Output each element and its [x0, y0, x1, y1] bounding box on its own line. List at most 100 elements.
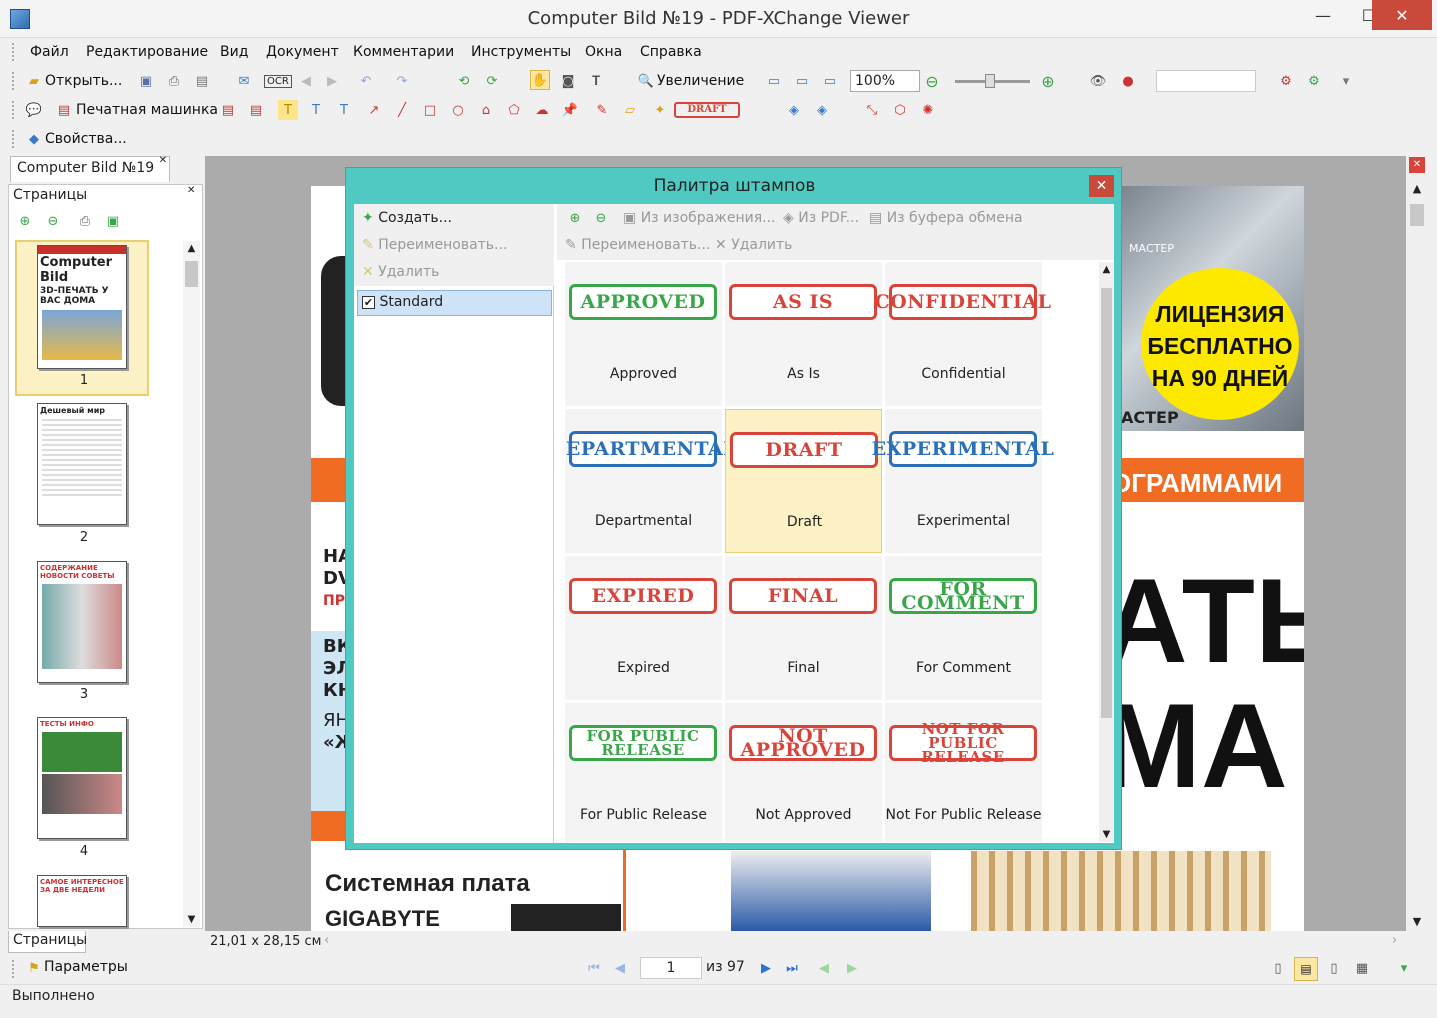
- callout-icon[interactable]: ▤: [246, 100, 266, 120]
- menu-file[interactable]: Файл: [30, 44, 69, 60]
- ocr-button[interactable]: OCR: [264, 75, 292, 88]
- spellcheck-icon[interactable]: ●: [1118, 71, 1138, 91]
- eraser-icon[interactable]: ▱: [620, 100, 640, 120]
- stamp-cell[interactable]: FOR PUBLIC RELEASE For Public Release: [565, 703, 722, 842]
- scroll-down-icon[interactable]: ▼: [183, 914, 200, 925]
- menu-document[interactable]: Документ: [266, 44, 339, 60]
- search-next-icon[interactable]: ⚙: [1304, 71, 1324, 91]
- continuous-facing-icon[interactable]: ▦: [1354, 960, 1370, 976]
- collection-checkbox[interactable]: ✔: [362, 295, 375, 309]
- scroll-up-icon[interactable]: ▲: [1408, 182, 1426, 195]
- document-tab[interactable]: Computer Bild №19 ✕: [10, 155, 170, 182]
- pages-scrollbar[interactable]: ▲ ▼: [183, 241, 200, 927]
- email-icon[interactable]: ✉: [234, 71, 254, 91]
- document-scrollbar[interactable]: ▲ ▼: [1408, 180, 1426, 930]
- thumb-zoom-in-icon[interactable]: ⊕: [15, 211, 35, 231]
- menu-windows[interactable]: Окна: [585, 44, 622, 60]
- polygon-icon[interactable]: ⬠: [504, 100, 524, 120]
- menu-comments[interactable]: Комментарии: [353, 44, 454, 60]
- close-button[interactable]: ✕: [1372, 0, 1432, 30]
- thumbnail-page-2[interactable]: Дешевый мир: [37, 403, 127, 525]
- document-scroll-thumb[interactable]: [1410, 204, 1424, 226]
- stamp-cell[interactable]: NOT FOR PUBLIC RELEASE Not For Public Rel…: [885, 703, 1042, 842]
- stamps-scrollbar[interactable]: ▲ ▼: [1099, 262, 1114, 842]
- stamps-zoom-in-icon[interactable]: ⊕: [565, 208, 585, 228]
- stamp-tool-icon[interactable]: ✦: [650, 100, 670, 120]
- stamp-cell[interactable]: EXPIRED Expired: [565, 556, 722, 700]
- zoom-out-icon[interactable]: ⊖: [922, 71, 942, 91]
- area-icon[interactable]: ✺: [918, 100, 938, 120]
- search-input[interactable]: [1156, 70, 1256, 92]
- line-icon[interactable]: ╱: [392, 100, 412, 120]
- thumbnail-page-5[interactable]: САМОЕ ИНТЕРЕСНОЕ ЗА ДВЕ НЕДЕЛИ: [37, 875, 127, 927]
- arrow-icon[interactable]: ↗: [364, 100, 384, 120]
- dialog-close-button[interactable]: ✕: [1089, 175, 1114, 197]
- open-button[interactable]: Открыть...: [45, 73, 122, 89]
- oval-icon[interactable]: ○: [448, 100, 468, 120]
- find-icon[interactable]: 👁: [1088, 71, 1108, 91]
- zoom-tool-button[interactable]: Увеличение: [657, 73, 744, 89]
- close-panel-icon[interactable]: ✕: [187, 185, 195, 196]
- attach-file-icon[interactable]: ◈: [784, 100, 804, 120]
- textbox-icon[interactable]: ▤: [218, 100, 238, 120]
- zoom-slider-handle[interactable]: [985, 74, 995, 88]
- forward-icon[interactable]: ▶: [322, 71, 342, 91]
- properties-button[interactable]: Свойства...: [45, 131, 127, 147]
- menu-view[interactable]: Вид: [220, 44, 248, 60]
- rectangle-icon[interactable]: □: [420, 100, 440, 120]
- stamp-cell[interactable]: CONFIDENTIAL Confidential: [875, 262, 1051, 406]
- facing-pages-icon[interactable]: ▯: [1326, 960, 1342, 976]
- scroll-down-icon[interactable]: ▼: [1408, 915, 1426, 928]
- first-page-icon[interactable]: ⏮: [586, 960, 602, 976]
- sticky-note-icon[interactable]: 💬: [24, 100, 44, 120]
- attach-sound-icon[interactable]: ◈: [812, 100, 832, 120]
- draft-stamp-selector[interactable]: DRAFT: [674, 102, 740, 118]
- hand-tool-icon[interactable]: ✋: [530, 70, 550, 90]
- close-tab-icon[interactable]: ✕: [159, 155, 167, 166]
- delete-collection-button[interactable]: ✕ Удалить: [362, 264, 439, 280]
- current-page-input[interactable]: 1: [640, 957, 702, 979]
- actual-size-icon[interactable]: ▭: [764, 71, 784, 91]
- collection-item-standard[interactable]: ✔ Standard: [357, 290, 552, 316]
- stamp-cell[interactable]: APPROVED Approved: [565, 262, 722, 406]
- thumb-print-icon[interactable]: ⎙: [75, 211, 95, 231]
- menu-tools[interactable]: Инструменты: [471, 44, 571, 60]
- thumbnail-page-4[interactable]: ТЕСТЫ ИНФО: [37, 717, 127, 839]
- search-options-icon[interactable]: ⚙: [1276, 71, 1296, 91]
- snapshot-icon[interactable]: ◙: [558, 71, 578, 91]
- undo-icon[interactable]: ↶: [356, 71, 376, 91]
- menu-help[interactable]: Справка: [640, 44, 702, 60]
- rename-collection-button[interactable]: ✎ Переименовать...: [362, 237, 507, 253]
- scroll-down-icon[interactable]: ▼: [1099, 829, 1114, 840]
- thumb-export-icon[interactable]: ▣: [103, 211, 123, 231]
- view-options-icon[interactable]: ▾: [1396, 960, 1412, 976]
- zoom-in-icon[interactable]: ⊕: [1038, 71, 1058, 91]
- menu-edit[interactable]: Редактирование: [86, 44, 208, 60]
- scroll-up-icon[interactable]: ▲: [183, 243, 200, 254]
- rotate-left-icon[interactable]: ⟲: [454, 71, 474, 91]
- stamps-zoom-out-icon[interactable]: ⊖: [591, 208, 611, 228]
- zoom-value-field[interactable]: 100%: [850, 70, 920, 92]
- stamp-cell[interactable]: FOR COMMENT For Comment: [885, 556, 1042, 700]
- scroll-up-icon[interactable]: ▲: [1099, 264, 1114, 275]
- perimeter-icon[interactable]: ⬡: [890, 100, 910, 120]
- minimize-button[interactable]: —: [1300, 0, 1346, 30]
- stamp-cell[interactable]: AS IS As Is: [725, 262, 882, 406]
- single-page-icon[interactable]: ▯: [1270, 960, 1286, 976]
- save-icon[interactable]: ▣: [136, 71, 156, 91]
- strikeout-icon[interactable]: T: [306, 100, 326, 120]
- pages-tab[interactable]: Страницы: [8, 931, 87, 953]
- create-collection-button[interactable]: ✦ Создать...: [362, 210, 452, 226]
- highlight-text-icon[interactable]: T: [278, 100, 298, 120]
- customize-icon[interactable]: ▾: [1336, 71, 1356, 91]
- stamp-cell[interactable]: NOT APPROVED Not Approved: [725, 703, 882, 842]
- from-image-button[interactable]: ▣ Из изображения...: [623, 210, 776, 226]
- typewriter-button[interactable]: Печатная машинка: [76, 102, 218, 118]
- pin-icon[interactable]: 📌: [560, 100, 580, 120]
- delete-stamp-button[interactable]: ✕ Удалить: [715, 237, 792, 253]
- from-clipboard-button[interactable]: ▤ Из буфера обмена: [869, 210, 1023, 226]
- fit-page-icon[interactable]: ▭: [792, 71, 812, 91]
- fit-width-icon[interactable]: ▭: [820, 71, 840, 91]
- history-forward-icon[interactable]: ▶: [844, 960, 860, 976]
- back-icon[interactable]: ◀: [296, 71, 316, 91]
